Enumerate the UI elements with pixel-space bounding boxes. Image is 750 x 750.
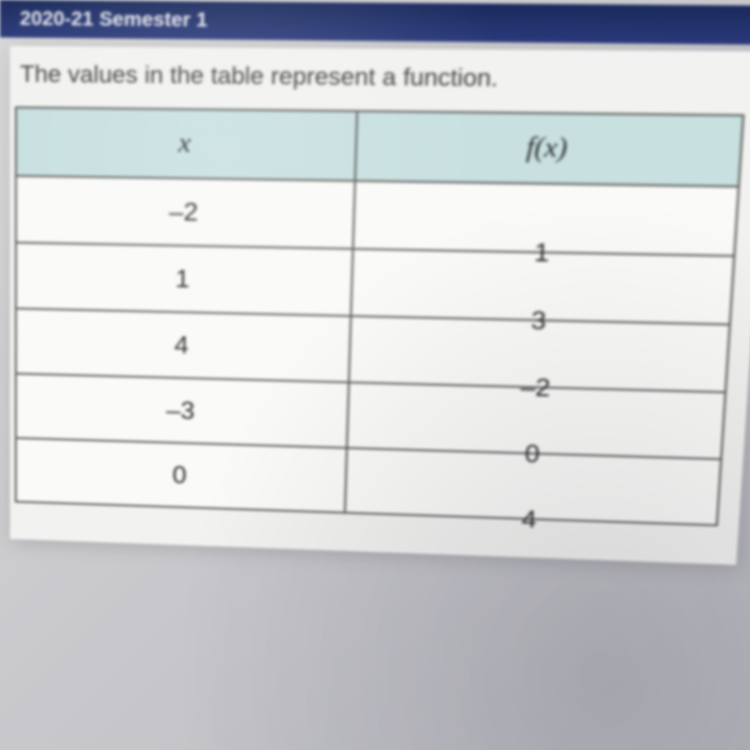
header-title: 2020-21 Semester 1	[20, 8, 208, 31]
prompt-text: The values in the table represent a func…	[15, 61, 748, 96]
cell-fx: 4	[344, 481, 719, 559]
column-header-x: x	[16, 107, 358, 181]
cell-x: –2	[16, 176, 356, 249]
cell-x: 1	[16, 243, 354, 316]
cell-fx: 0	[346, 416, 723, 493]
table-header-row: x f(x)	[16, 107, 743, 186]
content-area: The values in the table represent a func…	[10, 46, 750, 565]
header-bar: 2020-21 Semester 1	[0, 0, 750, 45]
cell-x: 0	[16, 438, 348, 513]
cell-fx: 3	[350, 283, 732, 359]
column-header-fx: f(x)	[355, 111, 743, 186]
function-table: x f(x) –2 1 1 3 4 –2 –3 0	[15, 106, 745, 526]
cell-x: 4	[16, 308, 352, 382]
cell-fx: –2	[348, 350, 727, 427]
cell-fx: 1	[352, 215, 736, 290]
cell-x: –3	[16, 374, 350, 448]
